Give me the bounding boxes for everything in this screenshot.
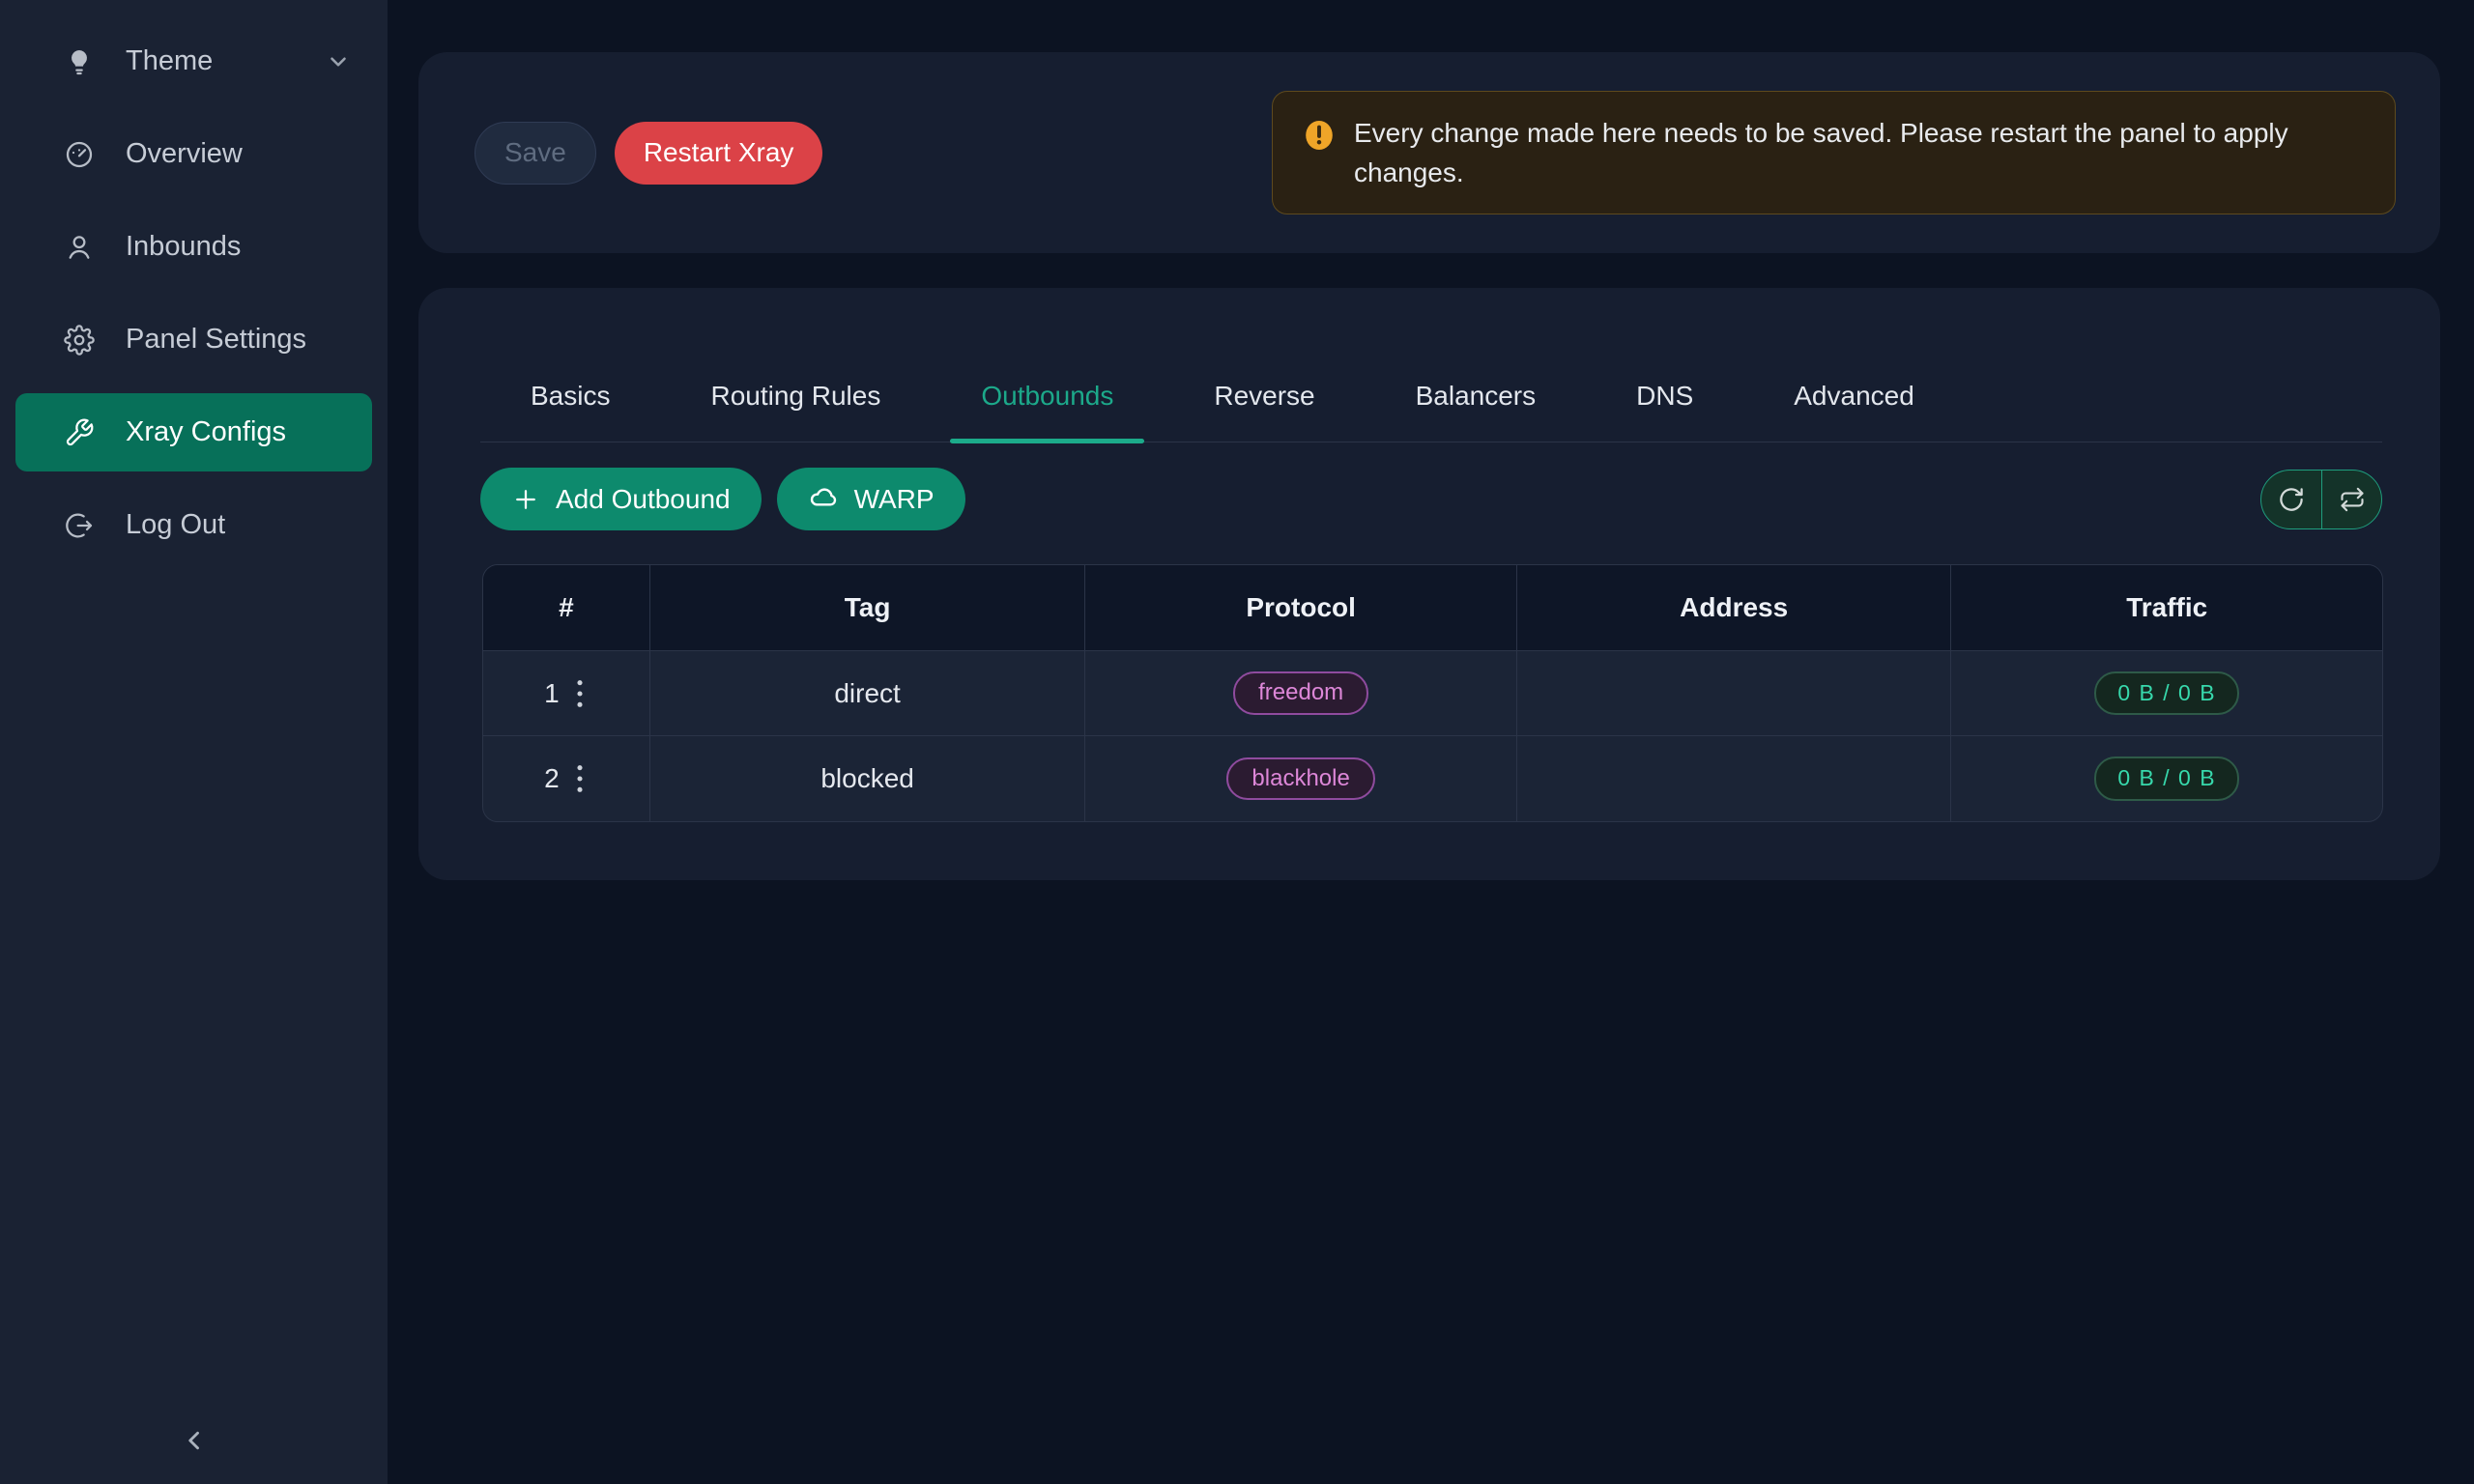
warning-icon xyxy=(1302,118,1337,153)
lightbulb-icon xyxy=(64,46,95,77)
address-cell xyxy=(1517,736,1952,821)
sidebar-item-label: Theme xyxy=(126,45,213,77)
chevron-down-icon xyxy=(326,49,351,74)
sidebar-item-label: Panel Settings xyxy=(126,324,306,356)
tab-balancers[interactable]: Balancers xyxy=(1366,380,1587,442)
row-number: 1 xyxy=(544,678,560,709)
gauge-icon xyxy=(64,139,95,170)
repeat-icon xyxy=(2339,486,2366,513)
alert-message: Every change made here needs to be saved… xyxy=(1354,113,2366,193)
cloud-icon xyxy=(808,484,839,515)
auto-refresh-toggle-button[interactable] xyxy=(2321,471,2381,528)
add-outbound-button[interactable]: Add Outbound xyxy=(480,468,762,530)
traffic-badge: 0 B / 0 B xyxy=(2094,756,2239,801)
sidebar-item-label: Xray Configs xyxy=(126,416,286,448)
sidebar: Theme Overview Inbounds Panel Settings xyxy=(0,0,388,1484)
column-header-protocol: Protocol xyxy=(1085,565,1517,651)
tag-cell: blocked xyxy=(650,736,1086,821)
table-refresh-group xyxy=(2260,470,2382,529)
tab-basics[interactable]: Basics xyxy=(480,380,660,442)
column-header-traffic: Traffic xyxy=(1951,565,2382,651)
protocol-cell: blackhole xyxy=(1085,736,1517,821)
tab-dns[interactable]: DNS xyxy=(1586,380,1743,442)
column-header-tag: Tag xyxy=(650,565,1086,651)
tab-advanced[interactable]: Advanced xyxy=(1743,380,1965,442)
row-menu-button[interactable] xyxy=(571,675,589,712)
add-outbound-label: Add Outbound xyxy=(556,484,731,515)
protocol-cell: freedom xyxy=(1085,651,1517,736)
toolbar-card: Save Restart Xray Every change made here… xyxy=(418,52,2440,253)
sidebar-item-theme[interactable]: Theme xyxy=(15,22,372,100)
tag-cell: direct xyxy=(650,651,1086,736)
column-header-num: # xyxy=(483,565,650,651)
address-cell xyxy=(1517,651,1952,736)
sidebar-item-inbounds[interactable]: Inbounds xyxy=(15,208,372,286)
row-number-cell: 2 xyxy=(483,736,650,821)
sidebar-item-panel-settings[interactable]: Panel Settings xyxy=(15,300,372,379)
traffic-badge: 0 B / 0 B xyxy=(2094,671,2239,716)
tab-reverse[interactable]: Reverse xyxy=(1164,380,1365,442)
logout-icon xyxy=(64,510,95,541)
column-header-address: Address xyxy=(1517,565,1952,651)
tab-routing-rules[interactable]: Routing Rules xyxy=(660,380,931,442)
config-tabs: Basics Routing Rules Outbounds Reverse B… xyxy=(480,380,2382,442)
save-button[interactable]: Save xyxy=(475,122,596,185)
xray-configs-card: Basics Routing Rules Outbounds Reverse B… xyxy=(418,288,2440,880)
sidebar-collapse-button[interactable] xyxy=(0,1424,388,1457)
dots-vertical-icon xyxy=(573,762,587,795)
dots-vertical-icon xyxy=(573,677,587,710)
gear-icon xyxy=(64,325,95,356)
tab-outbounds[interactable]: Outbounds xyxy=(931,380,1164,442)
user-icon xyxy=(64,232,95,263)
warp-label: WARP xyxy=(854,484,935,515)
row-number: 2 xyxy=(544,763,560,794)
refresh-button[interactable] xyxy=(2261,471,2321,528)
plus-icon xyxy=(511,485,540,514)
warp-button[interactable]: WARP xyxy=(777,468,965,530)
traffic-cell: 0 B / 0 B xyxy=(1951,651,2382,736)
protocol-badge: freedom xyxy=(1233,671,1368,715)
chevron-left-icon xyxy=(178,1424,211,1457)
traffic-cell: 0 B / 0 B xyxy=(1951,736,2382,821)
refresh-icon xyxy=(2277,485,2306,514)
sidebar-item-label: Inbounds xyxy=(126,231,241,263)
restart-xray-button[interactable]: Restart Xray xyxy=(615,122,823,185)
row-number-cell: 1 xyxy=(483,651,650,736)
sidebar-item-label: Log Out xyxy=(126,509,225,541)
restart-warning-alert: Every change made here needs to be saved… xyxy=(1272,91,2396,215)
protocol-badge: blackhole xyxy=(1226,757,1374,801)
sidebar-item-overview[interactable]: Overview xyxy=(15,115,372,193)
sidebar-item-log-out[interactable]: Log Out xyxy=(15,486,372,564)
outbounds-actions-row: Add Outbound WARP xyxy=(480,468,2382,530)
sidebar-nav: Theme Overview Inbounds Panel Settings xyxy=(15,22,372,564)
wrench-icon xyxy=(64,417,95,448)
sidebar-item-label: Overview xyxy=(126,138,243,170)
outbounds-table: # Tag Protocol Address Traffic 1 direct … xyxy=(482,564,2383,822)
sidebar-item-xray-configs[interactable]: Xray Configs xyxy=(15,393,372,471)
row-menu-button[interactable] xyxy=(571,760,589,797)
